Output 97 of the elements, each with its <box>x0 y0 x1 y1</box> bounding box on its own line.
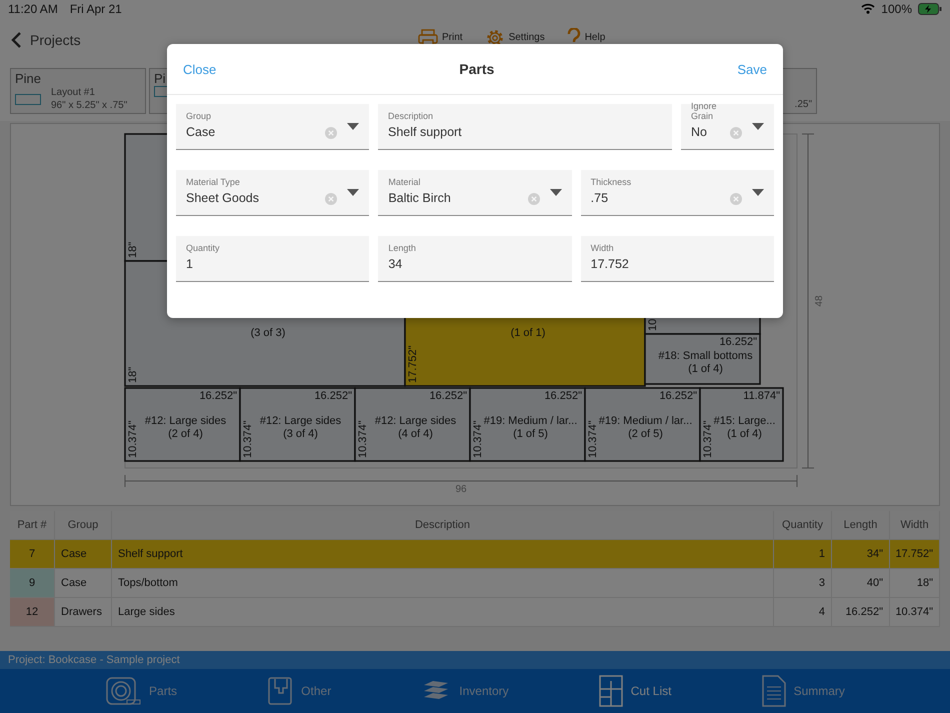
part-length-label: 16.252" <box>429 390 467 402</box>
select-field[interactable]: Material Type Sheet Goods <box>176 170 370 216</box>
battery-icon <box>918 2 942 15</box>
dialog-title: Parts <box>459 61 494 77</box>
input-field[interactable]: Width 17.752 <box>580 236 774 282</box>
table-cell: 17.752" <box>890 540 940 568</box>
table-cell: 18" <box>890 569 940 598</box>
material-name: Pine <box>15 71 42 86</box>
select-field[interactable]: Group Case <box>176 104 369 150</box>
table-cell: 1 <box>774 540 832 568</box>
caret-icon[interactable] <box>550 189 562 196</box>
table-row[interactable]: 12 Drawers Large sides 4 16.252" 10.374" <box>10 598 940 628</box>
table-cell: 9 <box>10 569 55 598</box>
column-header[interactable]: Description <box>112 511 774 540</box>
dimension-label: 48 <box>814 296 825 307</box>
table-row[interactable]: 7 Case Shelf support 1 34" 17.752" <box>10 540 940 570</box>
part-width-label: 10.374" <box>702 420 714 458</box>
part-width-label: 10.374" <box>357 420 369 458</box>
table-cell: Large sides <box>112 598 774 626</box>
select-field[interactable]: Material Baltic Birch <box>378 170 572 216</box>
status-time: 11:20 AM <box>8 2 58 16</box>
table-cell: 16.252" <box>832 598 890 626</box>
part-length-label: 11.874" <box>743 390 780 402</box>
input-field[interactable]: Length 34 <box>378 236 572 282</box>
caret-icon[interactable] <box>752 189 764 196</box>
part-name: (3 of 3) <box>250 327 286 340</box>
project-bar: Project: Bookcase - Sample project <box>0 651 950 670</box>
table-cell: 34" <box>832 540 890 568</box>
save-button[interactable]: Save <box>737 62 767 76</box>
table-row[interactable]: 9 Case Tops/bottom 3 40" 18" <box>10 569 940 598</box>
grid-icon <box>598 675 623 708</box>
board-swatch-icon <box>15 94 41 105</box>
board-size: 96" x 5.25" x .75" <box>51 99 128 112</box>
part-width-label: 10.374" <box>587 420 599 458</box>
part-length-label: 16.252" <box>544 390 582 402</box>
tab[interactable]: Other <box>267 669 332 713</box>
part-width-label: 10 <box>647 319 659 332</box>
table-cell: Case <box>55 569 112 598</box>
select-field[interactable]: Thickness .75 <box>580 170 774 216</box>
status-date: Fri Apr 21 <box>70 2 122 16</box>
part-name: (1 of 1) <box>510 327 546 340</box>
column-header[interactable]: Length <box>832 511 890 540</box>
column-header[interactable]: Width <box>890 511 940 540</box>
tab[interactable]: Cut List <box>598 669 672 713</box>
part-length-label: 16.252" <box>199 390 237 402</box>
part-width-label: 10.374" <box>472 420 484 458</box>
column-header[interactable]: Part # <box>10 511 55 540</box>
column-header[interactable]: Group <box>55 511 112 540</box>
part-name: #19: Medium / lar... (2 of 5) <box>598 415 692 440</box>
part-name: #19: Medium / lar... (1 of 5) <box>484 415 578 440</box>
close-button[interactable]: Close <box>183 62 216 76</box>
back-button[interactable]: Projects <box>10 30 81 49</box>
table-cell: 40" <box>832 569 890 598</box>
document-icon <box>762 675 786 708</box>
part-length-label: 16.252" <box>659 390 697 402</box>
help-button[interactable]: Help <box>566 28 606 48</box>
layout-name: Layout #1 <box>51 86 96 100</box>
part-width-label: 18" <box>127 242 139 258</box>
part-length-label: 16.252" <box>719 336 757 348</box>
tab[interactable]: Summary <box>762 669 845 713</box>
input-field[interactable]: Quantity 1 <box>176 236 370 282</box>
table-cell: 10.374" <box>890 598 940 626</box>
part-width-label: 10.374" <box>127 420 139 458</box>
part-width-label: 18" <box>127 367 139 384</box>
tab[interactable]: Parts <box>105 669 178 713</box>
table-cell: 12 <box>10 598 55 626</box>
bracket-icon <box>267 676 294 706</box>
input-field[interactable]: Description Shelf support <box>378 104 672 150</box>
tab[interactable]: Inventory <box>421 669 509 713</box>
part-width-label: 17.752" <box>407 346 419 384</box>
material-name: Pi <box>154 71 167 86</box>
material-card[interactable]: Pine Layout #1 96" x 5.25" x .75" <box>10 68 146 114</box>
table-cell: Tops/bottom <box>112 569 774 598</box>
part-name: #12: Large sides (4 of 4) <box>374 415 456 440</box>
part-name: #15: Large... (1 of 4) <box>714 415 776 440</box>
column-header[interactable]: Quantity <box>774 511 832 540</box>
part-name: #18: Small bottoms (1 of 4) <box>658 350 753 376</box>
select-field[interactable]: Ignore Grain No <box>681 104 774 150</box>
table-cell: Drawers <box>55 598 112 626</box>
wifi-icon <box>861 3 876 14</box>
table-cell: Case <box>55 540 112 568</box>
battery-percent: 100% <box>881 2 912 16</box>
table-cell: 4 <box>774 598 832 626</box>
chevron-icon <box>10 30 22 49</box>
part-length-label: 16.252" <box>314 390 352 402</box>
part-name: #12: Large sides (2 of 4) <box>144 415 226 440</box>
table-cell: Shelf support <box>112 540 774 568</box>
part-width-label: 10.374" <box>242 420 254 458</box>
caret-icon[interactable] <box>347 123 359 130</box>
settings-button[interactable]: Settings <box>484 28 545 48</box>
part-name: #12: Large sides (3 of 4) <box>260 415 342 440</box>
caret-icon[interactable] <box>347 189 360 196</box>
table-cell: 3 <box>774 569 832 598</box>
board-size: .25" <box>794 98 812 112</box>
caret-icon[interactable] <box>752 123 764 130</box>
dimension-label: 96 <box>455 484 467 496</box>
tape-measure-icon <box>105 676 142 706</box>
